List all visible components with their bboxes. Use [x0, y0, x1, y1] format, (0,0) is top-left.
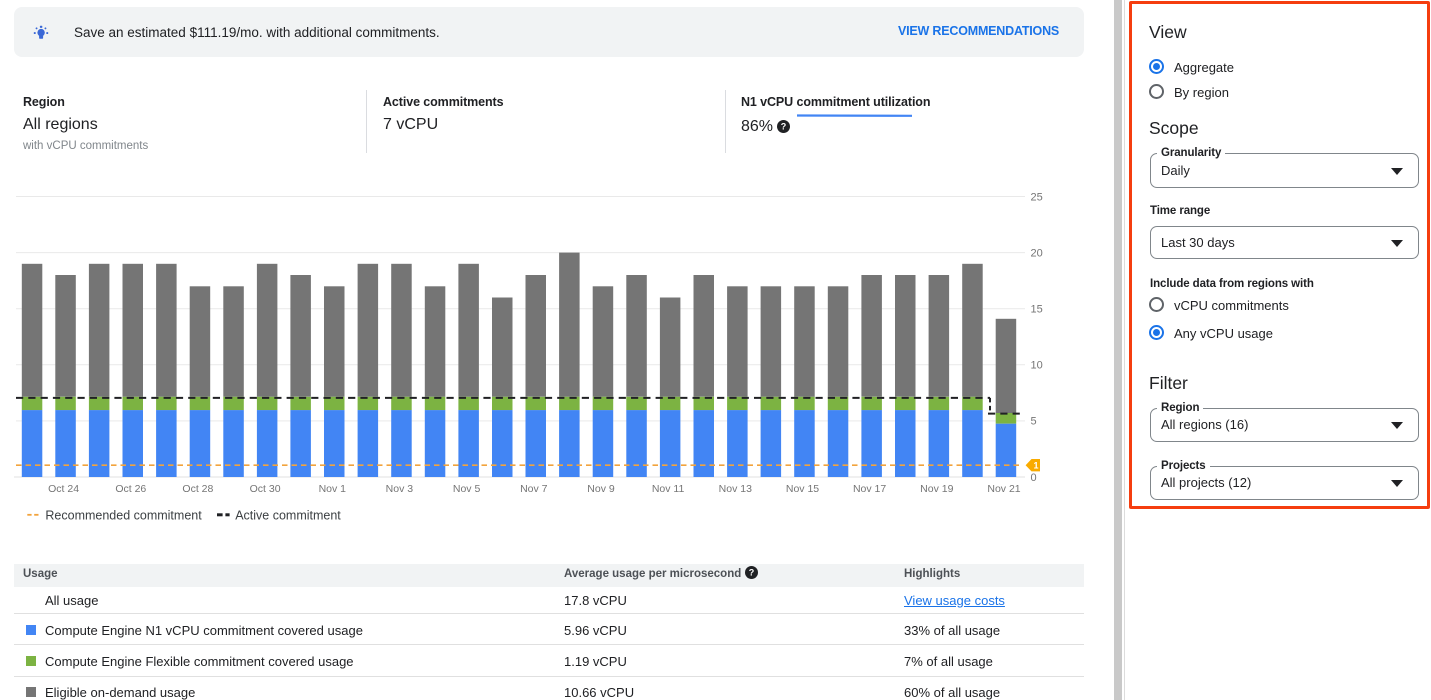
svg-text:1: 1: [1033, 461, 1038, 471]
svg-text:Nov 1: Nov 1: [319, 483, 347, 495]
svg-text:?: ?: [749, 568, 755, 578]
svg-text:10: 10: [1031, 360, 1043, 372]
svg-text:Oct 30: Oct 30: [250, 483, 281, 495]
svg-text:Nov 11: Nov 11: [652, 483, 685, 495]
svg-text:Oct 26: Oct 26: [115, 483, 146, 495]
svg-text:Oct 28: Oct 28: [182, 483, 213, 495]
svg-text:Active commitment: Active commitment: [235, 508, 341, 522]
svg-text:Nov 15: Nov 15: [786, 483, 819, 495]
svg-text:5: 5: [1031, 416, 1037, 428]
svg-text:Nov 17: Nov 17: [853, 483, 886, 495]
svg-text:25: 25: [1031, 191, 1043, 203]
svg-text:Nov 13: Nov 13: [719, 483, 752, 495]
svg-text:Nov 19: Nov 19: [920, 483, 953, 495]
svg-text:20: 20: [1031, 247, 1043, 259]
svg-text:Nov 3: Nov 3: [386, 483, 414, 495]
svg-text:Oct 24: Oct 24: [48, 483, 79, 495]
svg-text:0: 0: [1031, 472, 1037, 484]
svg-text:Nov 9: Nov 9: [587, 483, 615, 495]
svg-text:15: 15: [1031, 304, 1043, 316]
svg-text:Nov 7: Nov 7: [520, 483, 548, 495]
svg-text:Nov 5: Nov 5: [453, 483, 481, 495]
svg-text:?: ?: [781, 122, 787, 132]
svg-text:Recommended commitment: Recommended commitment: [45, 508, 202, 522]
svg-text:Nov 21: Nov 21: [987, 483, 1020, 495]
